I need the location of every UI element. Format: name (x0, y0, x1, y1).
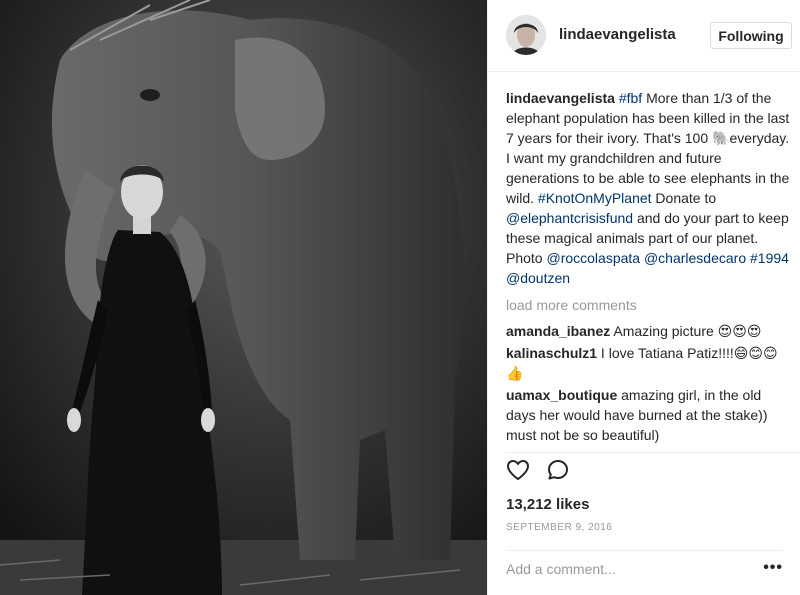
comment-username[interactable]: uamax_boutique (506, 387, 617, 403)
caption-username[interactable]: lindaevangelista (506, 90, 615, 106)
caption-tag-link[interactable]: #fbf (619, 90, 642, 106)
photo-elephant-woman (0, 0, 487, 595)
post-caption: lindaevangelista #fbf More than 1/3 of t… (506, 88, 791, 288)
post-side-panel: lindaevangelista Following lindaevangeli… (487, 0, 800, 595)
post-photo[interactable] (0, 0, 487, 595)
avatar-image (506, 15, 546, 55)
caption-tag-link[interactable]: #1994 (750, 250, 789, 266)
comment-username[interactable]: kalinaschulz1 (506, 345, 597, 361)
author-username[interactable]: lindaevangelista (559, 26, 676, 43)
caption-tag-link[interactable]: @doutzen (506, 270, 570, 286)
comment-username[interactable]: paigemobley (506, 449, 592, 451)
avatar[interactable] (506, 15, 546, 55)
load-more-comments-link[interactable]: load more comments (506, 295, 791, 315)
comment-item: uamax_boutique amazing girl, in the old … (506, 385, 791, 445)
heart-icon[interactable] (506, 458, 530, 487)
comment-bubble-icon[interactable] (546, 458, 570, 487)
caption-tag-link[interactable]: #KnotOnMyPlanet (538, 190, 652, 206)
following-button[interactable]: Following (710, 22, 792, 49)
caption-tag-link[interactable]: @elephantcrisisfund (506, 210, 633, 226)
comment-text: Beautiful! (592, 449, 653, 451)
caption-text-segment: More than 1/3 of the elephant population… (506, 90, 790, 206)
comment-item: paigemobley Beautiful! (506, 447, 791, 451)
caption-tag-link[interactable]: @charlesdecaro (644, 250, 746, 266)
comment-item: kalinaschulz1 I love Tatiana Patiz!!!!😄😊… (506, 343, 791, 383)
divider (506, 452, 800, 453)
post-date: SEPTEMBER 9, 2016 (506, 522, 613, 533)
caption-tag-link[interactable]: @roccolaspata (546, 250, 640, 266)
caption-text: #fbf More than 1/3 of the elephant popul… (506, 90, 789, 286)
comment-item: amanda_ibanez Amazing picture 😍😍😍 (506, 321, 791, 341)
post-header: lindaevangelista Following (488, 0, 800, 72)
caption-text-segment: Donate to (651, 190, 717, 206)
comment-username[interactable]: amanda_ibanez (506, 323, 610, 339)
like-count[interactable]: 13,212 likes (506, 496, 589, 513)
comments-list[interactable]: lindaevangelista #fbf More than 1/3 of t… (506, 88, 791, 451)
comment-text: Amazing picture 😍😍😍 (610, 323, 762, 339)
add-comment-input[interactable] (506, 561, 736, 577)
post-actions (506, 458, 582, 488)
comment-items: amanda_ibanez Amazing picture 😍😍😍 kalinas… (506, 321, 791, 451)
add-comment-bar: ••• (506, 550, 783, 595)
more-options-icon[interactable]: ••• (763, 559, 783, 577)
